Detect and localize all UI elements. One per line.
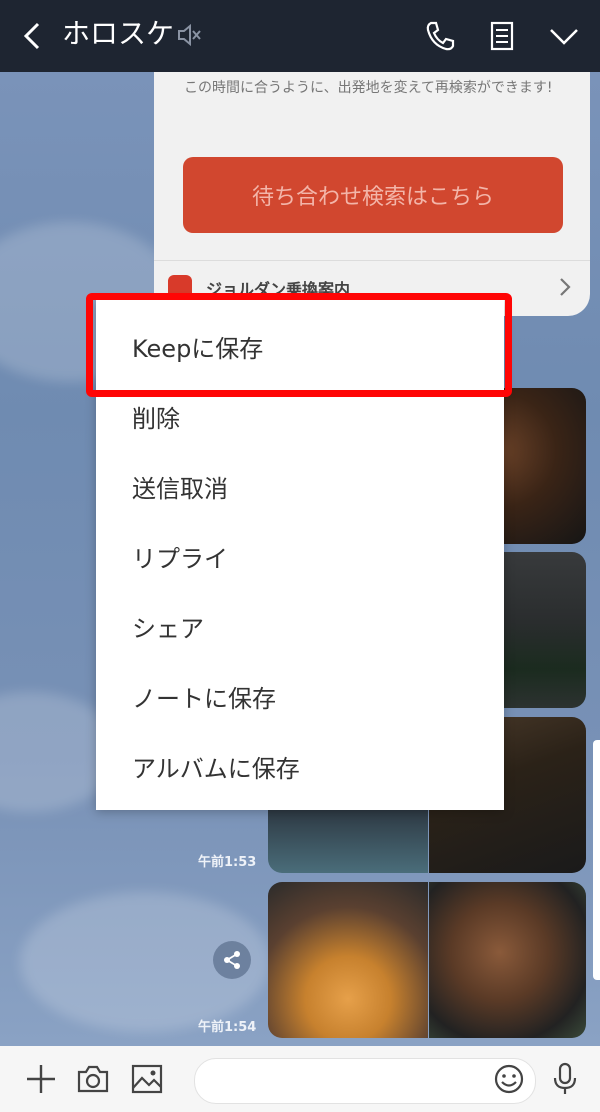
card-divider (154, 260, 590, 261)
card-description: この時間に合うように、出発地を変えて再検索ができます! (184, 80, 553, 96)
phone-icon[interactable] (422, 18, 458, 54)
menu-item-reply[interactable]: リプライ (96, 524, 504, 594)
share-icon[interactable] (213, 941, 251, 979)
menu-item-delete[interactable]: 削除 (96, 384, 504, 454)
microphone-icon[interactable] (546, 1060, 584, 1098)
chevron-right-icon[interactable] (556, 276, 574, 298)
menu-item-save-note[interactable]: ノートに保存 (96, 664, 504, 734)
photo-6[interactable] (429, 882, 586, 1038)
menu-item-unsend[interactable]: 送信取消 (96, 454, 504, 524)
input-bar (0, 1046, 600, 1112)
back-chevron-icon[interactable] (16, 16, 48, 56)
train-icon (168, 275, 192, 299)
menu-item-save-album[interactable]: アルバムに保存 (96, 734, 504, 804)
chevron-down-icon[interactable] (546, 18, 582, 54)
note-icon[interactable] (484, 18, 520, 54)
plus-icon[interactable] (22, 1060, 60, 1098)
chat-header: ホロスケ (0, 0, 600, 72)
meeting-search-button[interactable]: 待ち合わせ検索はこちら (183, 157, 563, 233)
emoji-icon[interactable] (490, 1060, 528, 1098)
chat-title: ホロスケ (62, 17, 175, 50)
photo-5[interactable] (268, 882, 428, 1038)
meeting-search-label: 待ち合わせ検索はこちら (251, 185, 494, 210)
menu-item-keep-save[interactable]: Keepに保存 (96, 314, 504, 384)
card-footer-label[interactable]: ジョルダン乗換案内 (206, 276, 350, 300)
bot-card: この時間に合うように、出発地を変えて再検索ができます! 待ち合わせ検索はこちら … (154, 72, 590, 316)
message-input[interactable] (194, 1058, 536, 1104)
image-icon[interactable] (128, 1060, 166, 1098)
message-time: 午前1:54 (198, 1020, 257, 1035)
context-menu: Keepに保存 削除 送信取消 リプライ シェア ノートに保存 アルバムに保存 (96, 300, 504, 810)
message-time: 午前1:53 (198, 855, 257, 870)
speaker-mute-icon (178, 23, 201, 47)
camera-icon[interactable] (74, 1060, 112, 1098)
scroll-thumb[interactable] (593, 740, 600, 980)
menu-item-share[interactable]: シェア (96, 594, 504, 664)
